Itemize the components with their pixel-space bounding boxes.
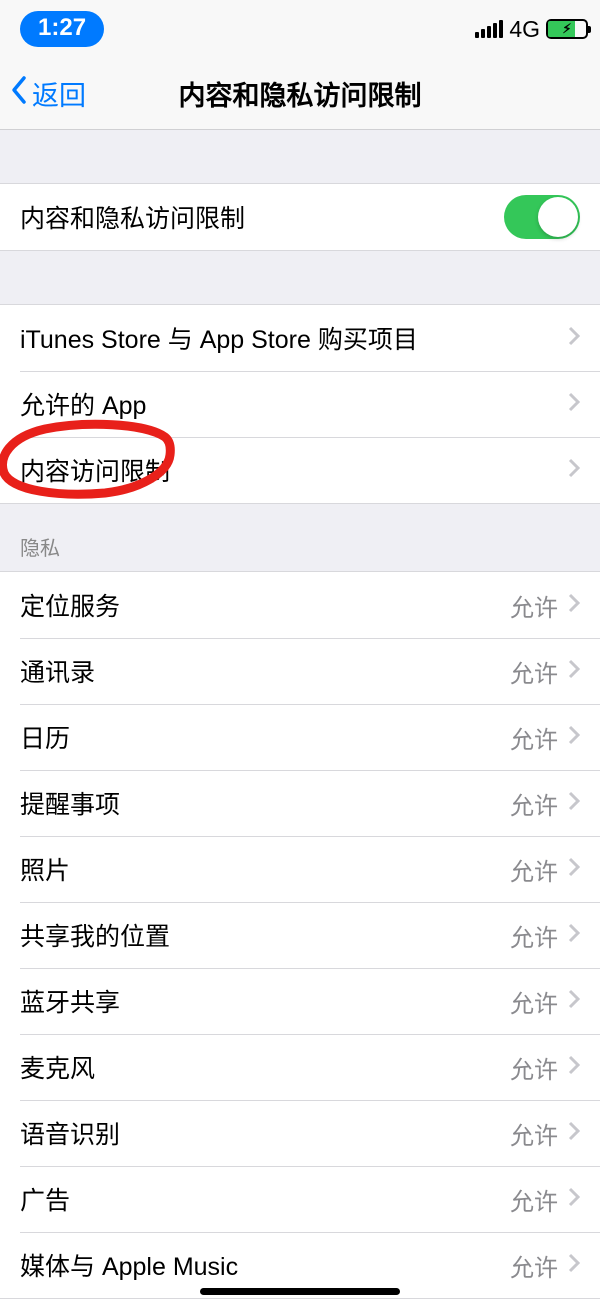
row-label: 媒体与 Apple Music bbox=[20, 1247, 238, 1283]
row-label: 共享我的位置 bbox=[20, 917, 170, 953]
time-label: 1:27 bbox=[38, 14, 86, 42]
row-label: 蓝牙共享 bbox=[20, 983, 120, 1019]
privacy-restrictions-toggle-row[interactable]: 内容和隐私访问限制 bbox=[0, 184, 600, 250]
row-label: 定位服务 bbox=[20, 587, 120, 623]
row-value: 允许 bbox=[510, 852, 558, 887]
chevron-left-icon bbox=[10, 75, 30, 112]
chevron-right-icon bbox=[568, 989, 580, 1014]
chevron-right-icon bbox=[568, 857, 580, 882]
row-label: iTunes Store 与 App Store 购买项目 bbox=[20, 320, 418, 356]
bluetooth-sharing-row[interactable]: 蓝牙共享 允许 bbox=[0, 968, 600, 1034]
row-value: 允许 bbox=[510, 1116, 558, 1151]
chevron-right-icon bbox=[568, 791, 580, 816]
reminders-row[interactable]: 提醒事项 允许 bbox=[0, 770, 600, 836]
chevron-right-icon bbox=[568, 1121, 580, 1146]
row-value: 允许 bbox=[510, 720, 558, 755]
signal-icon bbox=[475, 20, 503, 38]
home-indicator[interactable] bbox=[200, 1288, 400, 1295]
chevron-right-icon bbox=[568, 1187, 580, 1212]
chevron-right-icon bbox=[568, 392, 580, 417]
back-label: 返回 bbox=[32, 74, 86, 113]
toggle-section: 内容和隐私访问限制 bbox=[0, 183, 600, 251]
row-label: 麦克风 bbox=[20, 1049, 95, 1085]
chevron-right-icon bbox=[568, 1055, 580, 1080]
row-value: 允许 bbox=[510, 654, 558, 689]
calendar-row[interactable]: 日历 允许 bbox=[0, 704, 600, 770]
nav-bar: 返回 内容和隐私访问限制 bbox=[0, 58, 600, 130]
chevron-right-icon bbox=[568, 725, 580, 750]
privacy-section: 定位服务 允许 通讯录 允许 日历 允许 提醒事项 允许 照片 允许 bbox=[0, 571, 600, 1299]
contacts-row[interactable]: 通讯录 允许 bbox=[0, 638, 600, 704]
allowed-apps-row[interactable]: 允许的 App bbox=[0, 371, 600, 437]
privacy-restrictions-toggle[interactable] bbox=[504, 195, 580, 239]
photos-row[interactable]: 照片 允许 bbox=[0, 836, 600, 902]
row-label: 通讯录 bbox=[20, 653, 95, 689]
row-label: 内容访问限制 bbox=[20, 452, 170, 488]
row-value: 允许 bbox=[510, 588, 558, 623]
row-label: 广告 bbox=[20, 1181, 70, 1217]
microphone-row[interactable]: 麦克风 允许 bbox=[0, 1034, 600, 1100]
row-value: 允许 bbox=[510, 918, 558, 953]
page-title: 内容和隐私访问限制 bbox=[179, 74, 422, 113]
row-value: 允许 bbox=[510, 1248, 558, 1283]
status-bar: 1:27 4G ⚡︎ bbox=[0, 0, 600, 58]
chevron-right-icon bbox=[568, 1253, 580, 1278]
battery-icon: ⚡︎ bbox=[546, 19, 588, 39]
chevron-right-icon bbox=[568, 923, 580, 948]
row-label: 允许的 App bbox=[20, 386, 146, 422]
back-button[interactable]: 返回 bbox=[10, 74, 86, 113]
advertising-row[interactable]: 广告 允许 bbox=[0, 1166, 600, 1232]
row-label: 内容和隐私访问限制 bbox=[20, 199, 245, 235]
row-label: 语音识别 bbox=[20, 1115, 120, 1151]
chevron-right-icon bbox=[568, 458, 580, 483]
location-services-row[interactable]: 定位服务 允许 bbox=[0, 572, 600, 638]
row-value: 允许 bbox=[510, 1182, 558, 1217]
row-value: 允许 bbox=[510, 1050, 558, 1085]
content-section: iTunes Store 与 App Store 购买项目 允许的 App 内容… bbox=[0, 304, 600, 504]
chevron-right-icon bbox=[568, 593, 580, 618]
network-label: 4G bbox=[509, 16, 540, 43]
time-pill[interactable]: 1:27 bbox=[20, 11, 104, 47]
chevron-right-icon bbox=[568, 326, 580, 351]
itunes-purchases-row[interactable]: iTunes Store 与 App Store 购买项目 bbox=[0, 305, 600, 371]
row-value: 允许 bbox=[510, 984, 558, 1019]
privacy-section-header: 隐私 bbox=[0, 504, 600, 571]
share-location-row[interactable]: 共享我的位置 允许 bbox=[0, 902, 600, 968]
content-restrictions-row[interactable]: 内容访问限制 bbox=[0, 437, 600, 503]
row-label: 日历 bbox=[20, 719, 70, 755]
charging-bolt-icon: ⚡︎ bbox=[562, 21, 571, 37]
row-label: 提醒事项 bbox=[20, 785, 120, 821]
row-label: 照片 bbox=[20, 851, 70, 887]
speech-recognition-row[interactable]: 语音识别 允许 bbox=[0, 1100, 600, 1166]
status-right: 4G ⚡︎ bbox=[475, 16, 588, 43]
row-value: 允许 bbox=[510, 786, 558, 821]
chevron-right-icon bbox=[568, 659, 580, 684]
